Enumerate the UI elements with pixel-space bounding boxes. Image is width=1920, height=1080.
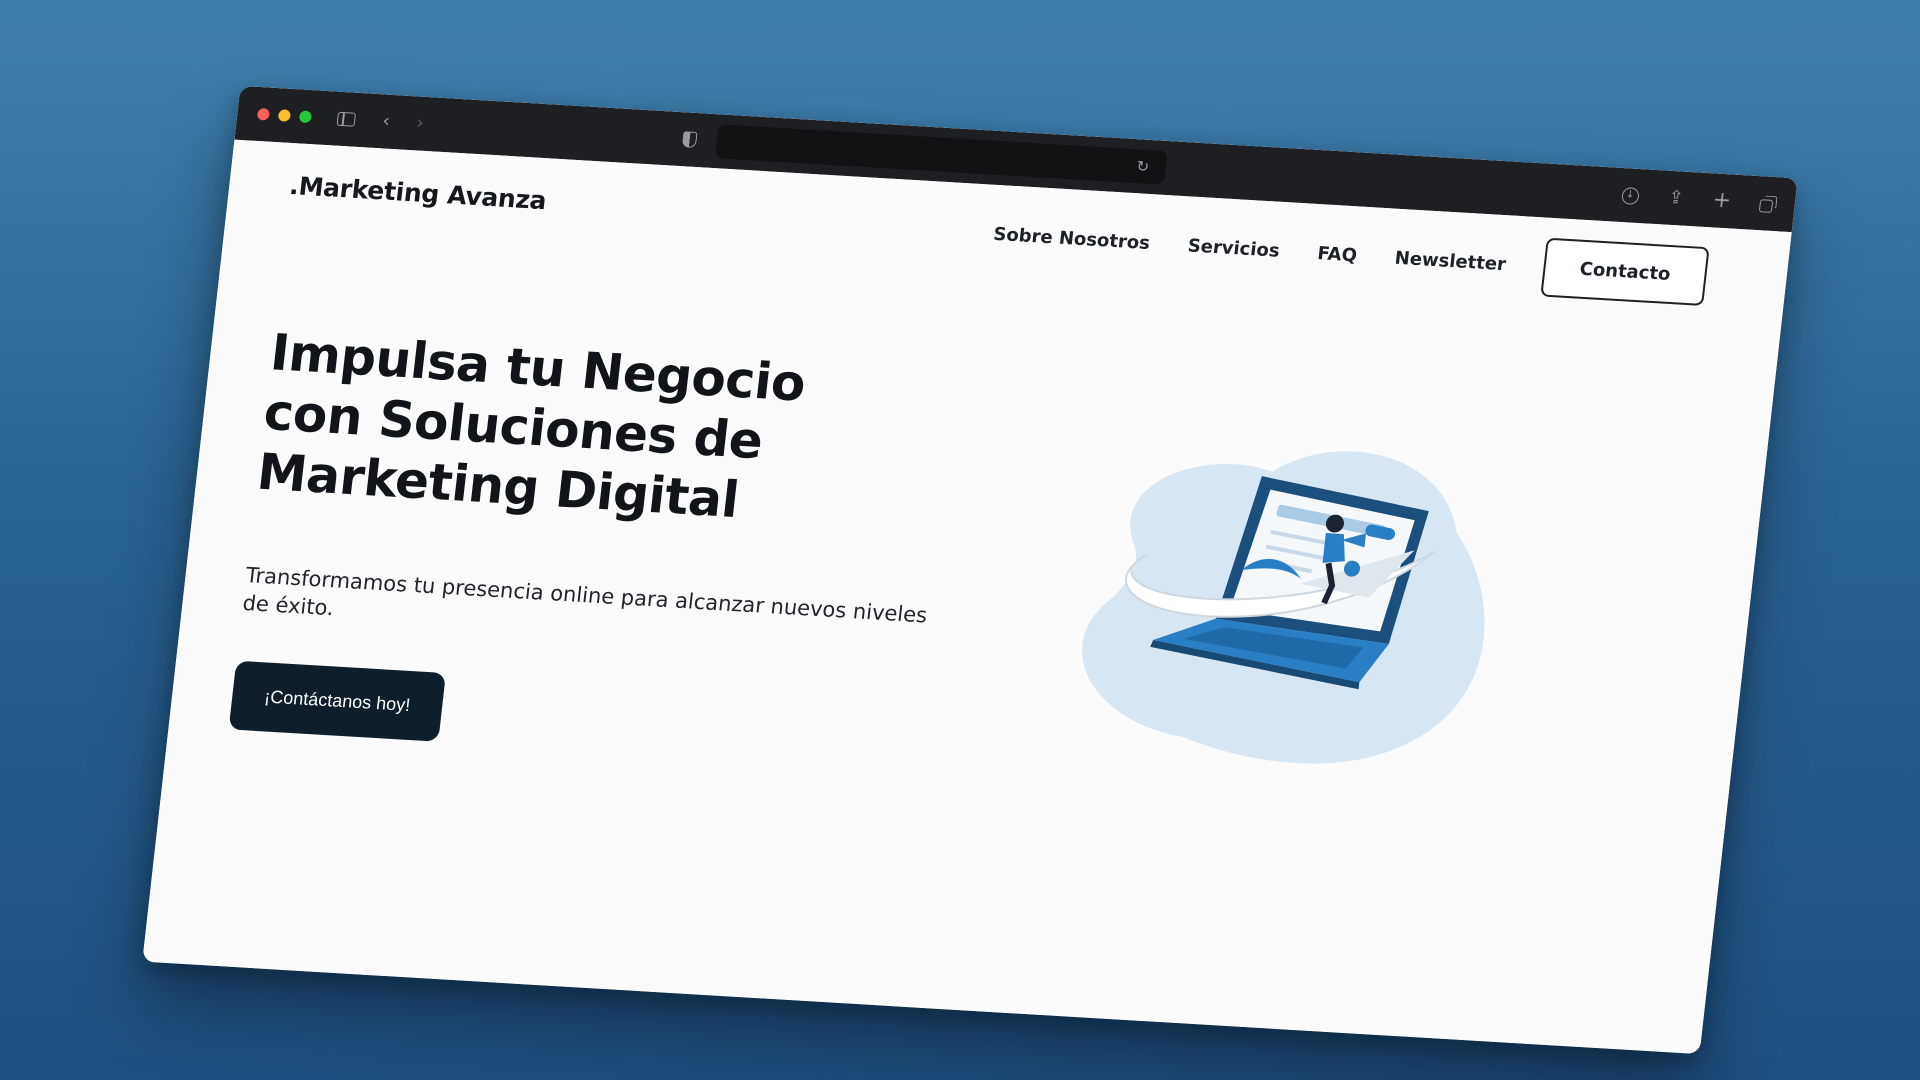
- site-logo[interactable]: .Marketing Avanza: [288, 171, 548, 215]
- share-icon[interactable]: ⇪: [1662, 185, 1691, 212]
- forward-arrow-icon[interactable]: ›: [406, 110, 435, 137]
- new-tab-icon[interactable]: +: [1707, 187, 1736, 214]
- nav-link-faq[interactable]: FAQ: [1316, 243, 1358, 266]
- contact-button[interactable]: Contacto: [1540, 237, 1710, 307]
- back-arrow-icon[interactable]: ‹: [372, 108, 401, 135]
- laptop-marketing-illustration: [1082, 451, 1485, 764]
- toolbar-actions: ↓ ⇪ +: [1616, 182, 1783, 218]
- web-page: .Marketing Avanza Sobre Nosotros Servici…: [142, 139, 1792, 1055]
- contact-cta-button[interactable]: ¡Contáctanos hoy!: [228, 660, 447, 742]
- tabs-overview-icon[interactable]: [1753, 190, 1782, 217]
- hero-headline: Impulsa tu Negocio con Soluciones de Mar…: [254, 323, 809, 529]
- reload-icon[interactable]: ↻: [1128, 153, 1157, 180]
- browser-window: ‹ › ↻ ↓ ⇪ + .Marketing Avanza Sobre Noso…: [142, 85, 1798, 1055]
- shield-icon[interactable]: [675, 126, 704, 153]
- zoom-window-button[interactable]: [298, 110, 313, 124]
- nav-link-servicios[interactable]: Servicios: [1187, 235, 1281, 261]
- close-window-button[interactable]: [256, 107, 271, 121]
- hero-subtitle: Transformamos tu presencia online para a…: [241, 563, 929, 628]
- minimize-window-button[interactable]: [277, 109, 292, 122]
- nav-link-newsletter[interactable]: Newsletter: [1394, 248, 1507, 275]
- window-controls: [256, 107, 313, 124]
- nav-link-sobre-nosotros[interactable]: Sobre Nosotros: [992, 224, 1151, 254]
- sidebar-icon[interactable]: [332, 106, 361, 133]
- download-icon[interactable]: ↓: [1616, 182, 1645, 209]
- history-navigation: ‹ ›: [372, 108, 435, 137]
- main-navigation: Sobre Nosotros Servicios FAQ Newsletter …: [990, 205, 1710, 307]
- desktop-background: ‹ › ↻ ↓ ⇪ + .Marketing Avanza Sobre Noso…: [0, 0, 1920, 1080]
